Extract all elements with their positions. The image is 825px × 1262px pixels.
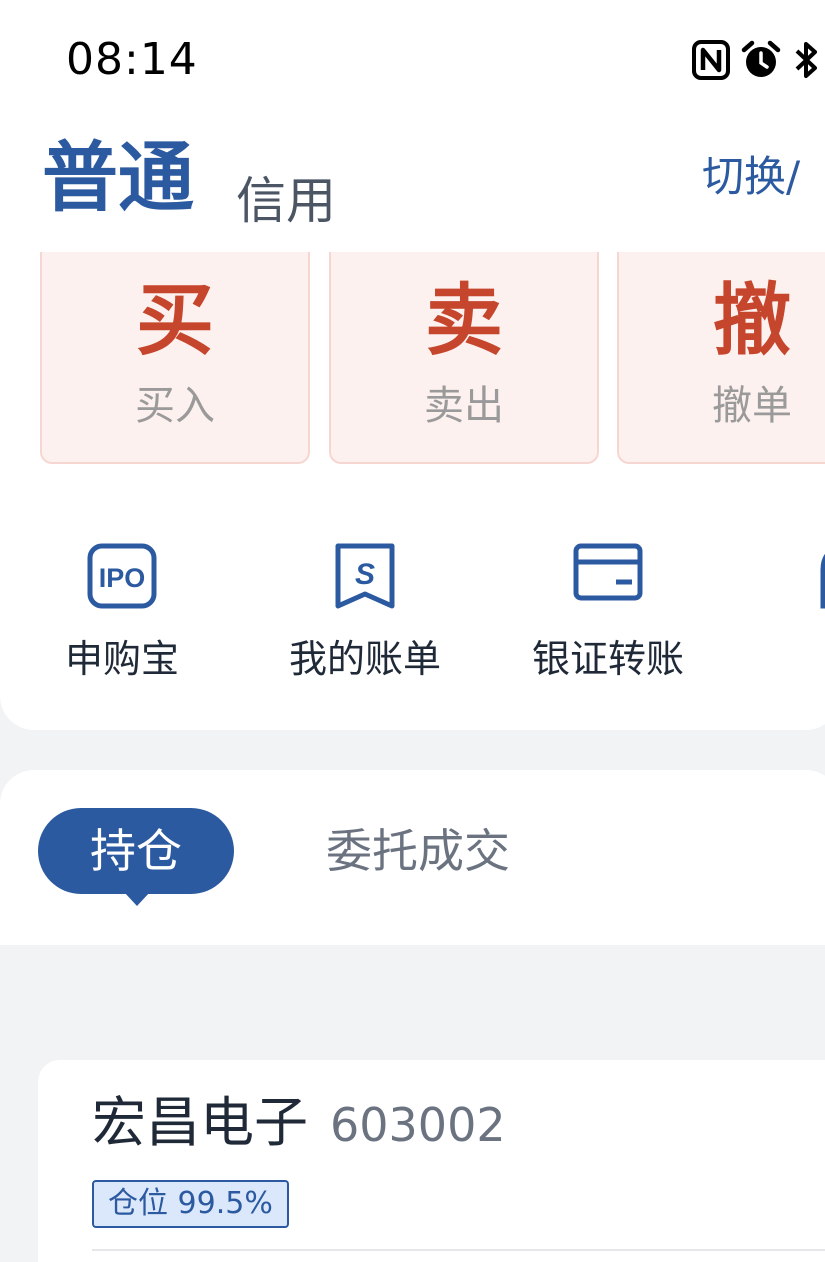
trading-page: 08:14 普通 信用 切换/ 买 买入 卖 卖出 撤 撤单 IPO 申购宝 S… [0, 0, 825, 1262]
cancel-order-button[interactable]: 撤 撤单 [617, 252, 825, 464]
tab-credit-account[interactable]: 信用 [236, 176, 336, 226]
card-icon [573, 543, 643, 601]
sell-button[interactable]: 卖 卖出 [329, 252, 599, 464]
cancel-label: 撤单 [712, 383, 792, 429]
bill-icon: S [335, 543, 395, 609]
stock-code: 603002 [330, 1098, 506, 1152]
stock-name: 宏昌电子 [92, 1091, 308, 1154]
ipo-icon: IPO [87, 543, 157, 609]
tab-orders-trades[interactable]: 委托成交 [326, 828, 510, 874]
bill-icon-text: S [355, 558, 375, 591]
tool-my-bill[interactable]: S 我的账单 [250, 540, 480, 690]
ipo-icon-text: IPO [99, 563, 146, 593]
status-bar: 08:14 [0, 0, 825, 110]
status-icons [692, 38, 822, 82]
position-badge: 仓位 99.5% [92, 1180, 289, 1228]
tool-bank-transfer-label: 银证转账 [531, 637, 684, 681]
switch-account-link[interactable]: 切换/ [702, 156, 800, 198]
tab-holdings[interactable]: 持仓 [38, 808, 234, 894]
sell-icon-char: 卖 [424, 276, 503, 366]
tool-ipo-subscribe[interactable]: IPO 申购宝 [7, 540, 237, 690]
divider [92, 1249, 825, 1251]
sell-label: 卖出 [424, 383, 504, 429]
tool-ipo-label: 申购宝 [64, 637, 179, 681]
bluetooth-icon [795, 42, 817, 78]
condition-icon [820, 553, 825, 609]
tool-condition-order[interactable]: 条 [736, 540, 825, 690]
tool-condition-label: 条 [736, 640, 825, 678]
tool-bank-transfer[interactable]: 银证转账 [493, 540, 723, 690]
tab-normal-account[interactable]: 普通 [42, 140, 194, 216]
nfc-icon [692, 40, 730, 80]
cancel-icon-char: 撤 [712, 276, 791, 366]
tool-my-bill-label: 我的账单 [288, 637, 441, 681]
alarm-icon [741, 40, 781, 77]
tab-active-pointer [124, 892, 150, 906]
buy-button[interactable]: 买 买入 [40, 252, 310, 464]
buy-icon-char: 买 [135, 276, 214, 366]
buy-label: 买入 [135, 383, 215, 429]
status-time: 08:14 [66, 34, 198, 85]
